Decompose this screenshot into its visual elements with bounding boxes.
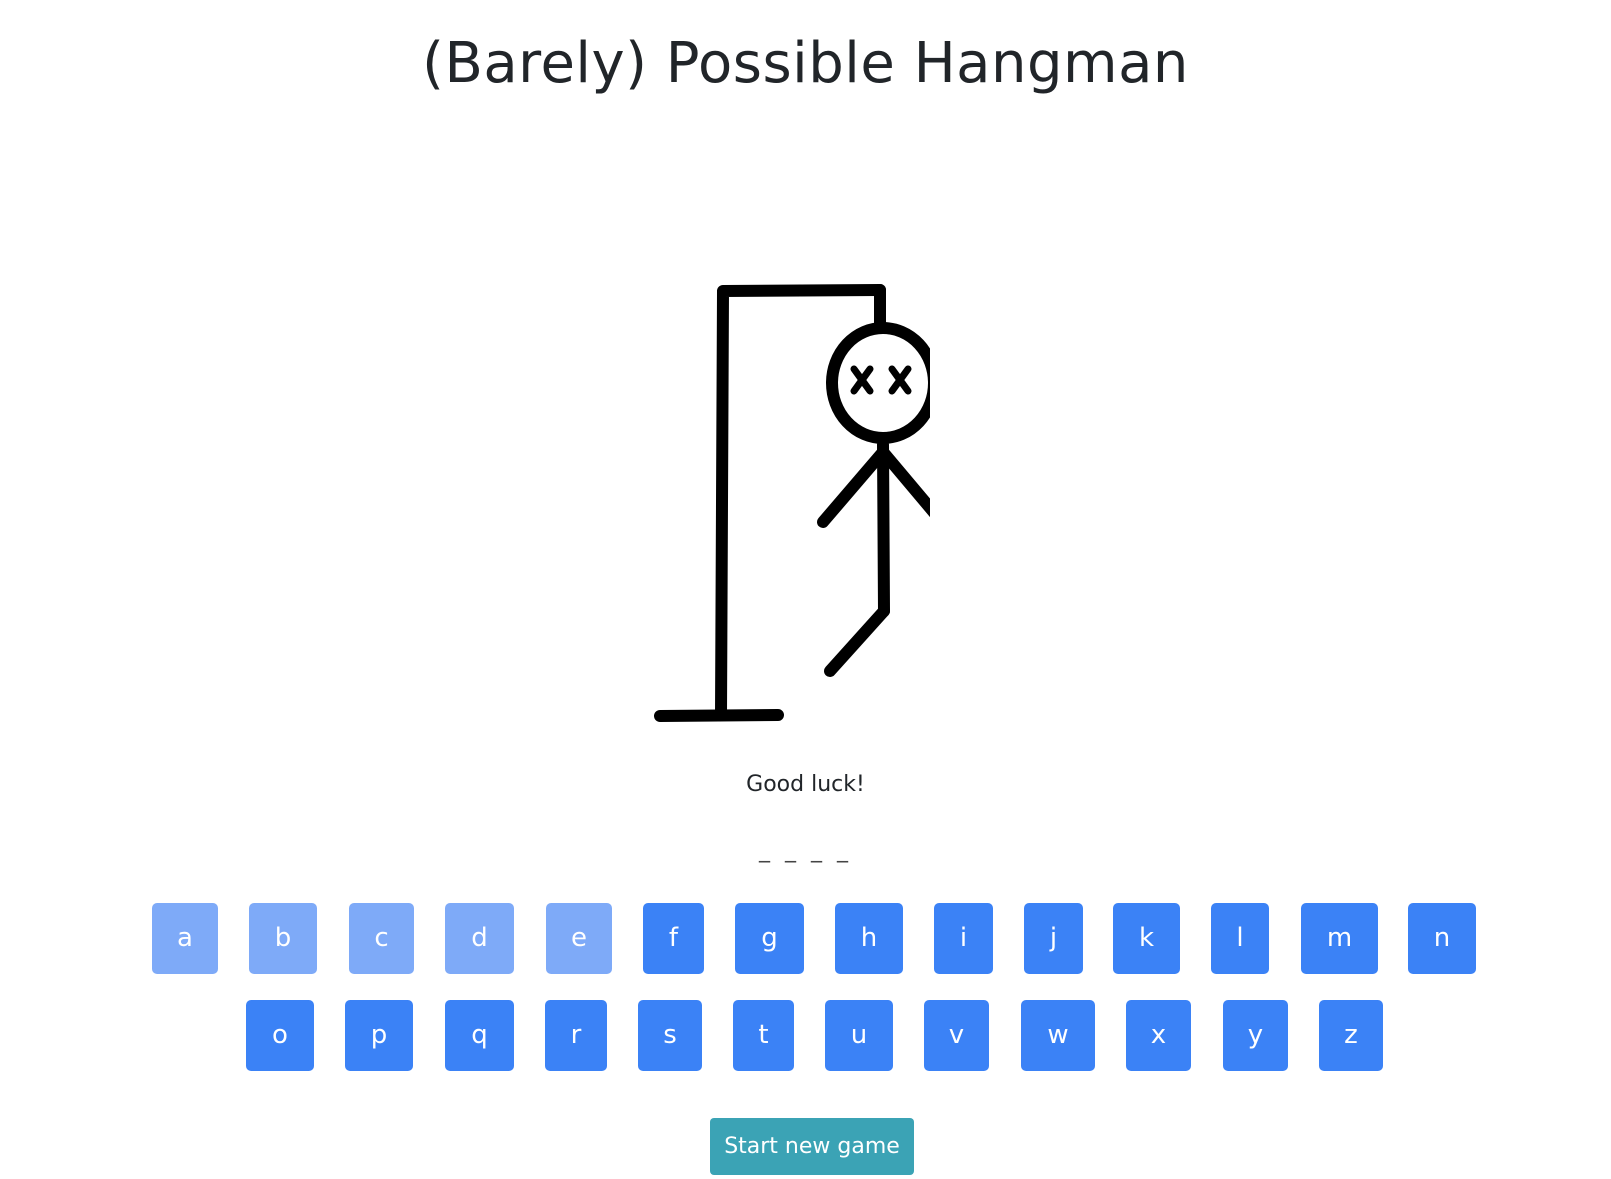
key-w[interactable]: w [1021,1000,1095,1071]
hangman-drawing [654,284,930,722]
key-l[interactable]: l [1211,903,1269,974]
hangman-body [877,439,890,617]
key-a[interactable]: a [152,903,218,974]
key-k[interactable]: k [1113,903,1180,974]
right-eye-x [888,365,912,395]
key-x[interactable]: x [1126,1000,1191,1071]
left-eye-x [850,365,874,395]
status-message: Good luck! [746,772,865,797]
start-new-game-button[interactable]: Start new game [710,1118,914,1175]
key-m[interactable]: m [1301,903,1378,974]
key-v[interactable]: v [924,1000,989,1071]
hangman-left-leg [824,605,890,677]
key-q[interactable]: q [445,1000,514,1071]
key-f[interactable]: f [643,903,704,974]
key-c[interactable]: c [349,903,414,974]
key-d[interactable]: d [445,903,514,974]
page-title: (Barely) Possible Hangman [422,31,1189,96]
key-g[interactable]: g [735,903,804,974]
key-z[interactable]: z [1319,1000,1383,1071]
key-r[interactable]: r [545,1000,607,1071]
gallows-post [715,284,886,721]
hangman-left-arm [817,446,889,528]
key-s[interactable]: s [638,1000,702,1071]
key-t[interactable]: t [733,1000,794,1071]
key-h[interactable]: h [835,903,903,974]
key-b[interactable]: b [249,903,317,974]
key-o[interactable]: o [246,1000,314,1071]
hangman-head [826,322,930,444]
key-p[interactable]: p [345,1000,413,1071]
key-j[interactable]: j [1024,903,1083,974]
hangman-right-arm [877,446,930,518]
key-y[interactable]: y [1223,1000,1288,1071]
key-u[interactable]: u [825,1000,893,1071]
key-i[interactable]: i [934,903,993,974]
word-display: _ _ _ _ [759,838,852,863]
key-e[interactable]: e [546,903,612,974]
key-n[interactable]: n [1408,903,1476,974]
